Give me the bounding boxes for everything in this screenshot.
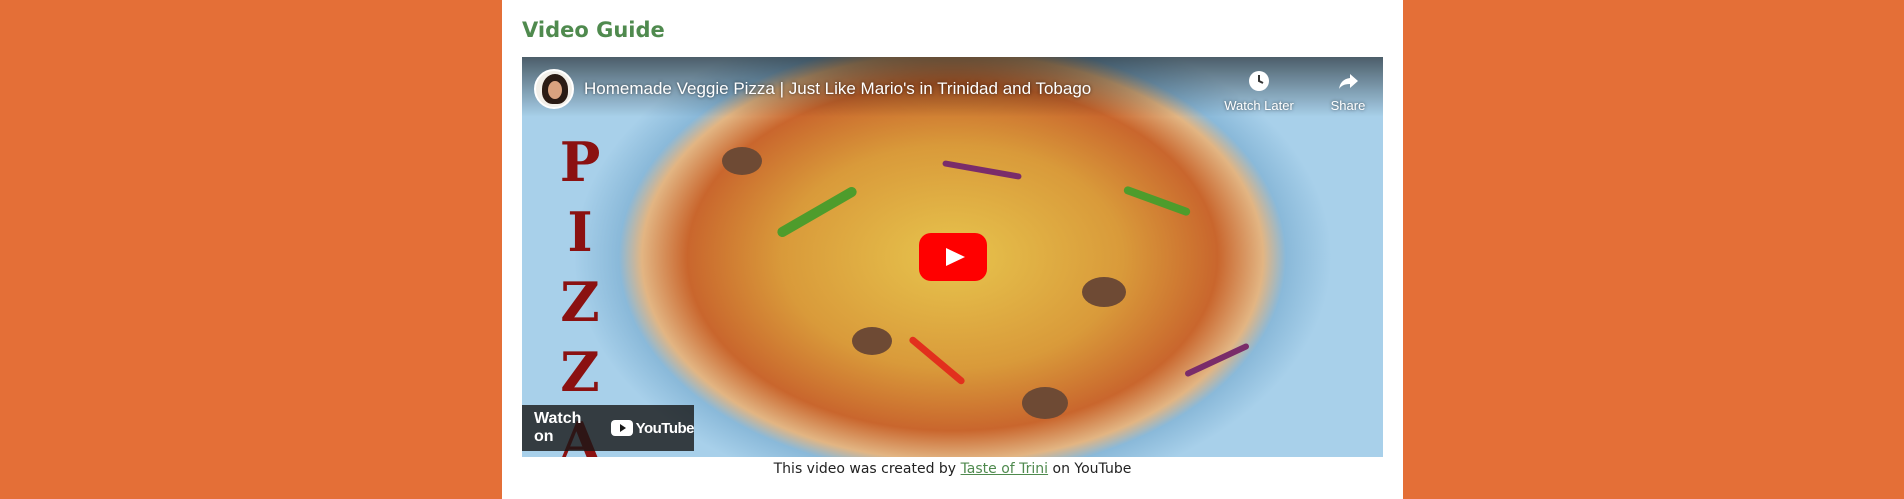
credit-prefix: This video was created by xyxy=(773,461,957,477)
channel-avatar[interactable] xyxy=(534,69,574,109)
share-label: Share xyxy=(1330,98,1366,113)
content-card: Video Guide PIZZA Homemade Veggie Pizza … xyxy=(502,0,1403,499)
share-arrow-icon xyxy=(1339,74,1358,89)
mushroom-topping xyxy=(722,147,762,175)
youtube-logo-text: YouTube xyxy=(635,419,695,437)
video-credit: This video was created by Taste of Trini… xyxy=(502,461,1403,477)
onion-topping xyxy=(1184,342,1250,378)
onion-topping xyxy=(942,160,1022,180)
mushroom-topping xyxy=(1082,277,1126,307)
watch-on-label: Watch on xyxy=(534,410,582,445)
pepper-topping xyxy=(1122,185,1192,217)
watch-later-button[interactable]: Watch Later xyxy=(1216,69,1302,113)
youtube-video-embed[interactable]: PIZZA Homemade Veggie Pizza | Just Like … xyxy=(522,57,1383,457)
watch-later-label: Watch Later xyxy=(1224,98,1294,113)
play-icon[interactable] xyxy=(919,233,987,281)
youtube-logo-icon: YouTube xyxy=(610,419,695,437)
watch-on-youtube-button[interactable]: Watch on YouTube xyxy=(522,405,695,451)
video-guide-heading: Video Guide xyxy=(522,18,665,42)
video-title[interactable]: Homemade Veggie Pizza | Just Like Mario'… xyxy=(584,79,1091,99)
share-button[interactable]: Share xyxy=(1305,69,1383,113)
mushroom-topping xyxy=(852,327,892,355)
channel-link[interactable]: Taste of Trini xyxy=(961,461,1049,477)
pepper-topping xyxy=(775,185,859,239)
mushroom-topping xyxy=(1022,387,1068,419)
clock-icon xyxy=(1249,71,1269,91)
pepper-topping xyxy=(907,335,967,386)
credit-suffix: on YouTube xyxy=(1052,461,1132,477)
